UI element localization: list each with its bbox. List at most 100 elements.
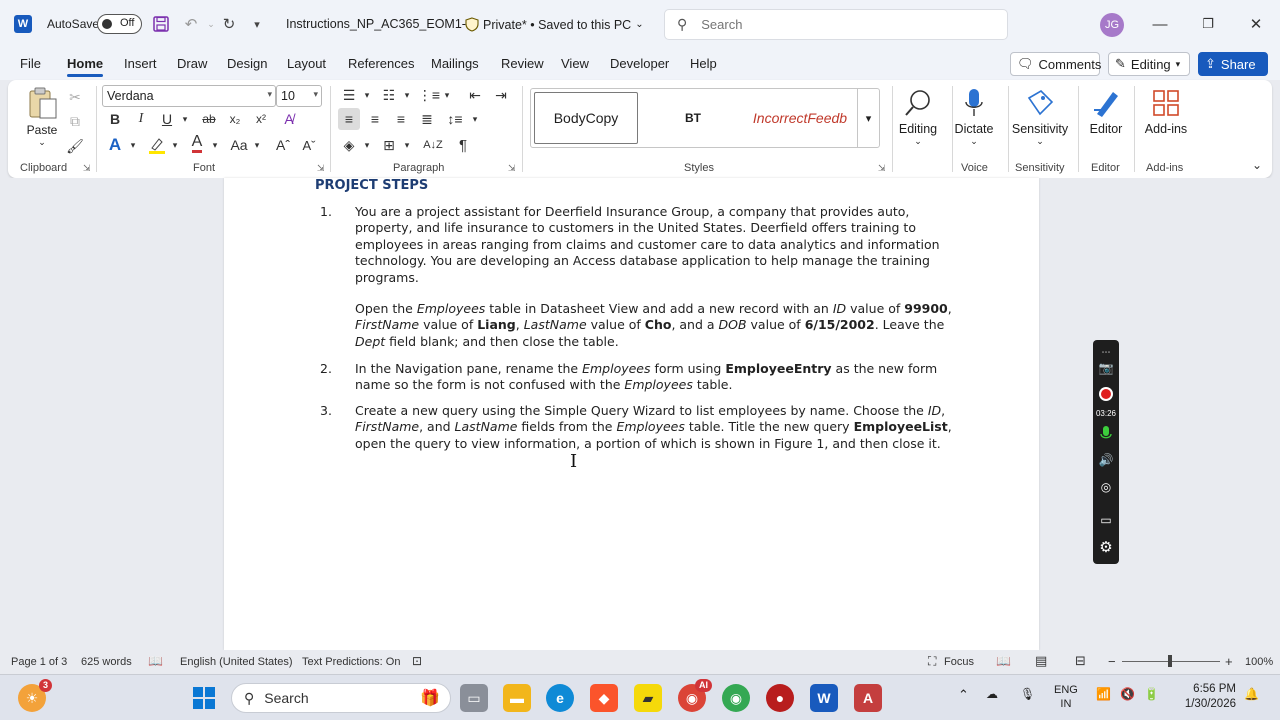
language-indicator[interactable]: ENG IN [1054, 683, 1078, 711]
cut-icon[interactable]: ✂ [64, 86, 86, 108]
font-color-dropdown-icon[interactable]: ▾ [204, 134, 226, 156]
taskbar-search[interactable]: ⚲ Search 🎁 [231, 683, 451, 713]
collapse-ribbon-icon[interactable]: ⌄ [1246, 154, 1268, 176]
tab-mailings[interactable]: Mailings [431, 56, 479, 71]
customize-toolbar-icon[interactable]: ▾ [247, 14, 267, 34]
file-explorer-icon[interactable]: ▬ [503, 684, 531, 712]
document-page[interactable]: PROJECT STEPS 1. You are a project assis… [224, 178, 1039, 650]
dialog-launcher-icon[interactable]: ⇲ [83, 163, 91, 174]
text-effects-dropdown-icon[interactable]: ▾ [122, 134, 144, 156]
tab-help[interactable]: Help [690, 56, 717, 71]
webcam-off-icon[interactable]: ◎ [1096, 477, 1116, 497]
sort-icon[interactable]: A↓Z [422, 134, 444, 156]
numbering-dropdown-icon[interactable]: ▾ [396, 84, 418, 106]
decrease-indent-icon[interactable]: ⇤ [464, 84, 486, 106]
network-alert-icon[interactable]: ☁ [986, 687, 998, 701]
record-icon[interactable] [1096, 384, 1116, 404]
align-center-icon[interactable]: ≡ [364, 108, 386, 130]
clear-formatting-icon[interactable]: A̸ [278, 108, 300, 130]
subscript-icon[interactable]: x₂ [224, 108, 246, 130]
focus-icon[interactable]: ⛶ [928, 654, 936, 669]
camera-icon[interactable]: 📷 [1096, 358, 1116, 378]
dictate-button[interactable]: Dictate ⌄ [942, 86, 1006, 147]
zoom-out-button[interactable]: − [1108, 654, 1116, 669]
style-incorrect-feedback[interactable]: IncorrectFeedb [745, 89, 855, 147]
tab-home[interactable]: Home [67, 56, 104, 77]
editing-button[interactable]: Editing ⌄ [886, 86, 950, 147]
weather-icon[interactable]: ☀ 3 [18, 679, 52, 712]
chrome-profile-icon[interactable]: ◉ [722, 684, 750, 712]
zoom-level[interactable]: 100% [1245, 656, 1273, 668]
grow-font-icon[interactable]: Aˆ [272, 134, 294, 156]
style-bt[interactable]: BT [643, 89, 743, 147]
privacy-status[interactable]: Private* • Saved to this PC ⌄ [465, 17, 644, 32]
focus-label[interactable]: Focus [944, 656, 974, 668]
word-count[interactable]: 625 words [81, 656, 132, 668]
restore-icon[interactable]: ❐ [1196, 12, 1220, 36]
share-button[interactable]: ⇪ Share [1198, 52, 1268, 76]
edge-icon[interactable]: e [546, 684, 574, 712]
align-left-icon[interactable]: ≡ [338, 108, 360, 130]
recorder-app-icon[interactable]: ● [766, 684, 794, 712]
microphone-icon[interactable] [1096, 424, 1116, 444]
tab-view[interactable]: View [561, 56, 589, 71]
zoom-slider-thumb[interactable] [1168, 655, 1172, 667]
dialog-launcher-icon[interactable]: ⇲ [317, 163, 325, 174]
chevron-up-icon[interactable]: ⌃ [958, 687, 969, 703]
increase-indent-icon[interactable]: ⇥ [490, 84, 512, 106]
justify-icon[interactable]: ≣ [416, 108, 438, 130]
styles-more-icon[interactable]: ▾ [857, 89, 879, 147]
style-bodycopy[interactable]: BodyCopy [534, 92, 638, 144]
borders-dropdown-icon[interactable]: ▾ [396, 134, 418, 156]
superscript-icon[interactable]: x² [250, 108, 272, 130]
tab-file[interactable]: File [20, 56, 41, 71]
redo-icon[interactable]: ↻ [219, 14, 239, 34]
tab-layout[interactable]: Layout [287, 56, 326, 71]
tab-developer[interactable]: Developer [610, 56, 669, 71]
addins-button[interactable]: Add-ins [1134, 86, 1198, 136]
highlight-dropdown-icon[interactable]: ▾ [164, 134, 186, 156]
align-right-icon[interactable]: ≡ [390, 108, 412, 130]
undo-icon[interactable]: ↶ [181, 14, 201, 34]
editing-mode-button[interactable]: ✎ Editing ▾ [1108, 52, 1190, 76]
show-marks-icon[interactable]: ¶ [452, 134, 474, 156]
multilevel-dropdown-icon[interactable]: ▾ [436, 84, 458, 106]
avatar[interactable]: JG [1100, 13, 1124, 37]
wifi-icon[interactable]: 📶 [1096, 687, 1111, 701]
clock[interactable]: 6:56 PM 1/30/2026 [1180, 682, 1236, 712]
speaker-icon[interactable]: 🔊 [1096, 450, 1116, 470]
language-status[interactable]: English (United States) [180, 656, 293, 668]
underline-dropdown-icon[interactable]: ▾ [174, 108, 196, 130]
autosave-toggle[interactable]: Off [97, 14, 142, 34]
text-predictions-status[interactable]: Text Predictions: On [302, 656, 400, 668]
volume-muted-icon[interactable]: 🔇 [1120, 687, 1135, 701]
line-spacing-dropdown-icon[interactable]: ▾ [464, 108, 486, 130]
tab-insert[interactable]: Insert [124, 56, 157, 71]
editor-button[interactable]: Editor [1074, 86, 1138, 136]
strikethrough-icon[interactable]: ab [198, 108, 220, 130]
notifications-icon[interactable]: 🔔 [1244, 687, 1259, 701]
tab-references[interactable]: References [348, 56, 414, 71]
search-box[interactable]: ⚲ [664, 9, 1008, 40]
accessibility-icon[interactable]: ⊡ [412, 654, 422, 668]
tab-review[interactable]: Review [501, 56, 544, 71]
brave-icon[interactable]: ◆ [590, 684, 618, 712]
dialog-launcher-icon[interactable]: ⇲ [508, 163, 516, 174]
microphone-icon[interactable]: 🎙 [1020, 687, 1035, 701]
start-icon[interactable] [190, 684, 218, 712]
search-input[interactable] [701, 17, 982, 32]
tab-draw[interactable]: Draw [177, 56, 207, 71]
sensitivity-button[interactable]: Sensitivity ⌄ [1008, 86, 1072, 147]
word-icon[interactable]: W [810, 684, 838, 712]
page-count[interactable]: Page 1 of 3 [11, 656, 67, 668]
change-case-dropdown-icon[interactable]: ▾ [246, 134, 268, 156]
font-size-select[interactable]: 10 ▾ [276, 85, 322, 107]
paste-button[interactable]: Paste ⌄ [22, 86, 62, 148]
bold-icon[interactable]: B [104, 108, 126, 130]
task-view-icon[interactable]: ▭ [460, 684, 488, 712]
font-name-select[interactable]: Verdana ▾ [102, 85, 276, 107]
shading-dropdown-icon[interactable]: ▾ [356, 134, 378, 156]
format-painter-icon[interactable]: 🖌 [64, 135, 86, 157]
shrink-font-icon[interactable]: Aˇ [298, 134, 320, 156]
save-icon[interactable] [151, 14, 171, 34]
